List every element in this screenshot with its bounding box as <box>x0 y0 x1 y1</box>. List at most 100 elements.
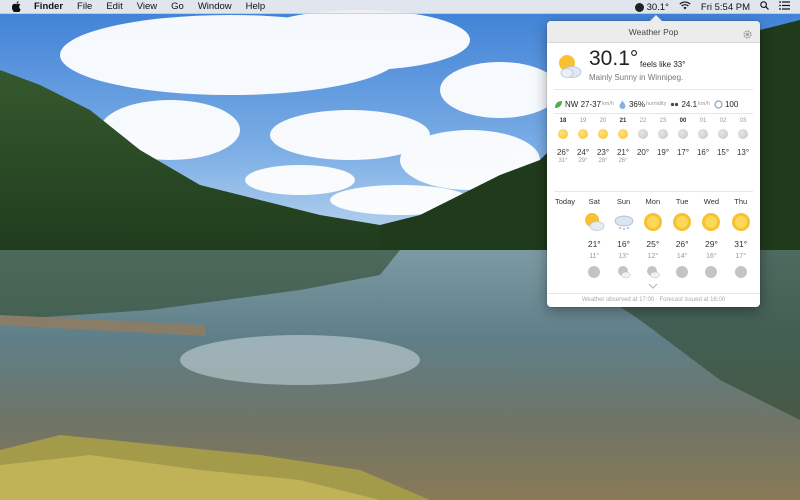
hourly-item: 00 17° <box>673 118 693 158</box>
hourly-hour: 18 <box>559 118 567 124</box>
hourly-forecast: 18 26° 31° 19 24° 29° 20 23° 28° 21 21° 26° 22 20° 23 1… <box>553 118 753 184</box>
wind-direction: NW <box>565 99 579 109</box>
menu-go[interactable]: Go <box>171 0 184 14</box>
sun-icon <box>730 211 752 233</box>
apple-icon[interactable] <box>12 1 24 12</box>
hourly-temp: 24° <box>576 148 590 157</box>
weather-description: Mainly Sunny in Winnipeg. <box>589 73 684 82</box>
hourly-feels: 26° <box>618 158 628 164</box>
visibility-value: 24.1 <box>681 99 698 109</box>
visibility-unit: km/h <box>698 101 710 107</box>
hourly-hour: 20 <box>599 118 607 124</box>
moon-icon <box>734 265 748 279</box>
hourly-item: 03 13° <box>733 118 753 158</box>
menu-finder[interactable]: Finder <box>34 0 63 14</box>
daily-day: Wed <box>703 197 720 206</box>
moon-icon <box>658 129 668 139</box>
daily-item: Thu 31° 17° <box>726 197 756 279</box>
popover-header: Weather Pop <box>547 21 760 43</box>
hourly-hour: 19 <box>579 118 587 124</box>
wind-group: NW 27-37 km/h <box>554 100 614 109</box>
weather-status-item[interactable]: 30.1° <box>634 2 669 13</box>
moon-icon <box>675 265 689 279</box>
hourly-item: 23 19° <box>653 118 673 158</box>
sun-icon <box>558 129 568 139</box>
daily-item: Wed 29° 16° <box>696 197 726 279</box>
leaf-icon <box>554 100 563 109</box>
sun-icon <box>578 129 588 139</box>
current-temperature: 30.1° <box>589 47 639 70</box>
hourly-item: 21 21° 26° <box>613 118 633 164</box>
daily-low: 14° <box>676 253 688 260</box>
partly-cloudy-icon <box>555 51 583 84</box>
moon-cloud-icon <box>617 265 631 279</box>
humidity-icon <box>618 100 627 109</box>
daily-day: Today <box>554 197 575 206</box>
cloud-icon <box>613 211 635 233</box>
humidity-group: 36% humidity <box>618 100 667 109</box>
daily-low: 17° <box>735 253 746 260</box>
wind-unit: km/h <box>602 101 614 107</box>
conditions-row: NW 27-37 km/h 36% humidity 24.1 km/h 100 <box>547 97 760 111</box>
current-conditions: 30.1° feels like 33° Mainly Sunny in Win… <box>547 43 760 87</box>
daily-day: Tue <box>675 197 689 206</box>
hourly-hour: 21 <box>619 118 627 124</box>
daily-low: 11° <box>589 253 600 260</box>
humidity-label: humidity <box>645 101 667 107</box>
sun-icon <box>700 211 722 233</box>
daily-day: Sat <box>588 197 600 206</box>
hourly-item: 01 16° <box>693 118 713 158</box>
daily-day: Sun <box>616 197 631 206</box>
daily-high: 16° <box>617 239 630 249</box>
weather-status-icon <box>634 2 644 12</box>
moon-icon <box>704 265 718 279</box>
wifi-icon[interactable] <box>679 1 691 13</box>
menu-file[interactable]: File <box>77 0 92 14</box>
hourly-item: 20 23° 28° <box>593 118 613 164</box>
pressure-group: 100 <box>714 100 738 109</box>
daily-item: Mon 25° 12° <box>638 197 668 279</box>
hourly-temp: 20° <box>636 148 650 157</box>
menu-view[interactable]: View <box>137 0 157 14</box>
moon-icon <box>738 129 748 139</box>
daily-item: Today <box>550 197 580 207</box>
notification-center-icon[interactable] <box>779 1 790 13</box>
moon-icon <box>718 129 728 139</box>
popover-title: Weather Pop <box>628 27 679 37</box>
hourly-feels: 29° <box>578 158 588 164</box>
spotlight-search-icon[interactable] <box>760 1 769 13</box>
moon-icon <box>678 129 688 139</box>
divider <box>554 191 753 192</box>
hourly-item: 22 20° <box>633 118 653 158</box>
hourly-temp: 21° <box>616 148 630 157</box>
sun-icon <box>598 129 608 139</box>
hourly-hour: 03 <box>739 118 747 124</box>
status-area: 30.1° Fri 5:54 PM <box>634 0 800 14</box>
moon-icon <box>698 129 708 139</box>
popover-footer: Weather observed at 17:00 · Forecast iss… <box>547 293 760 307</box>
menu-window[interactable]: Window <box>198 0 232 14</box>
chevron-down-icon[interactable] <box>648 276 658 289</box>
hourly-temp: 23° <box>596 148 610 157</box>
wind-speed: 27-37 <box>580 99 602 109</box>
daily-high: 29° <box>704 239 718 249</box>
daily-item: Tue 26° 14° <box>667 197 697 279</box>
hourly-temp: 17° <box>676 148 690 157</box>
partly-cloudy-icon <box>583 211 605 233</box>
hourly-temp: 13° <box>736 148 750 157</box>
moon-icon <box>638 129 648 139</box>
daily-high: 26° <box>675 239 689 249</box>
hourly-temp: 19° <box>656 148 670 157</box>
menu-edit[interactable]: Edit <box>106 0 122 14</box>
hourly-temp: 15° <box>716 148 730 157</box>
hourly-hour: 22 <box>639 118 647 124</box>
menu-help[interactable]: Help <box>246 0 266 14</box>
daily-item: Sun 16° 13° <box>609 197 639 279</box>
hourly-hour: 00 <box>679 118 687 124</box>
daily-low: 12° <box>647 253 659 260</box>
daily-day: Thu <box>734 197 748 206</box>
menubar-clock[interactable]: Fri 5:54 PM <box>701 2 750 13</box>
hourly-feels: 31° <box>558 158 568 164</box>
gear-icon[interactable] <box>742 26 753 39</box>
hourly-hour: 01 <box>699 118 707 124</box>
